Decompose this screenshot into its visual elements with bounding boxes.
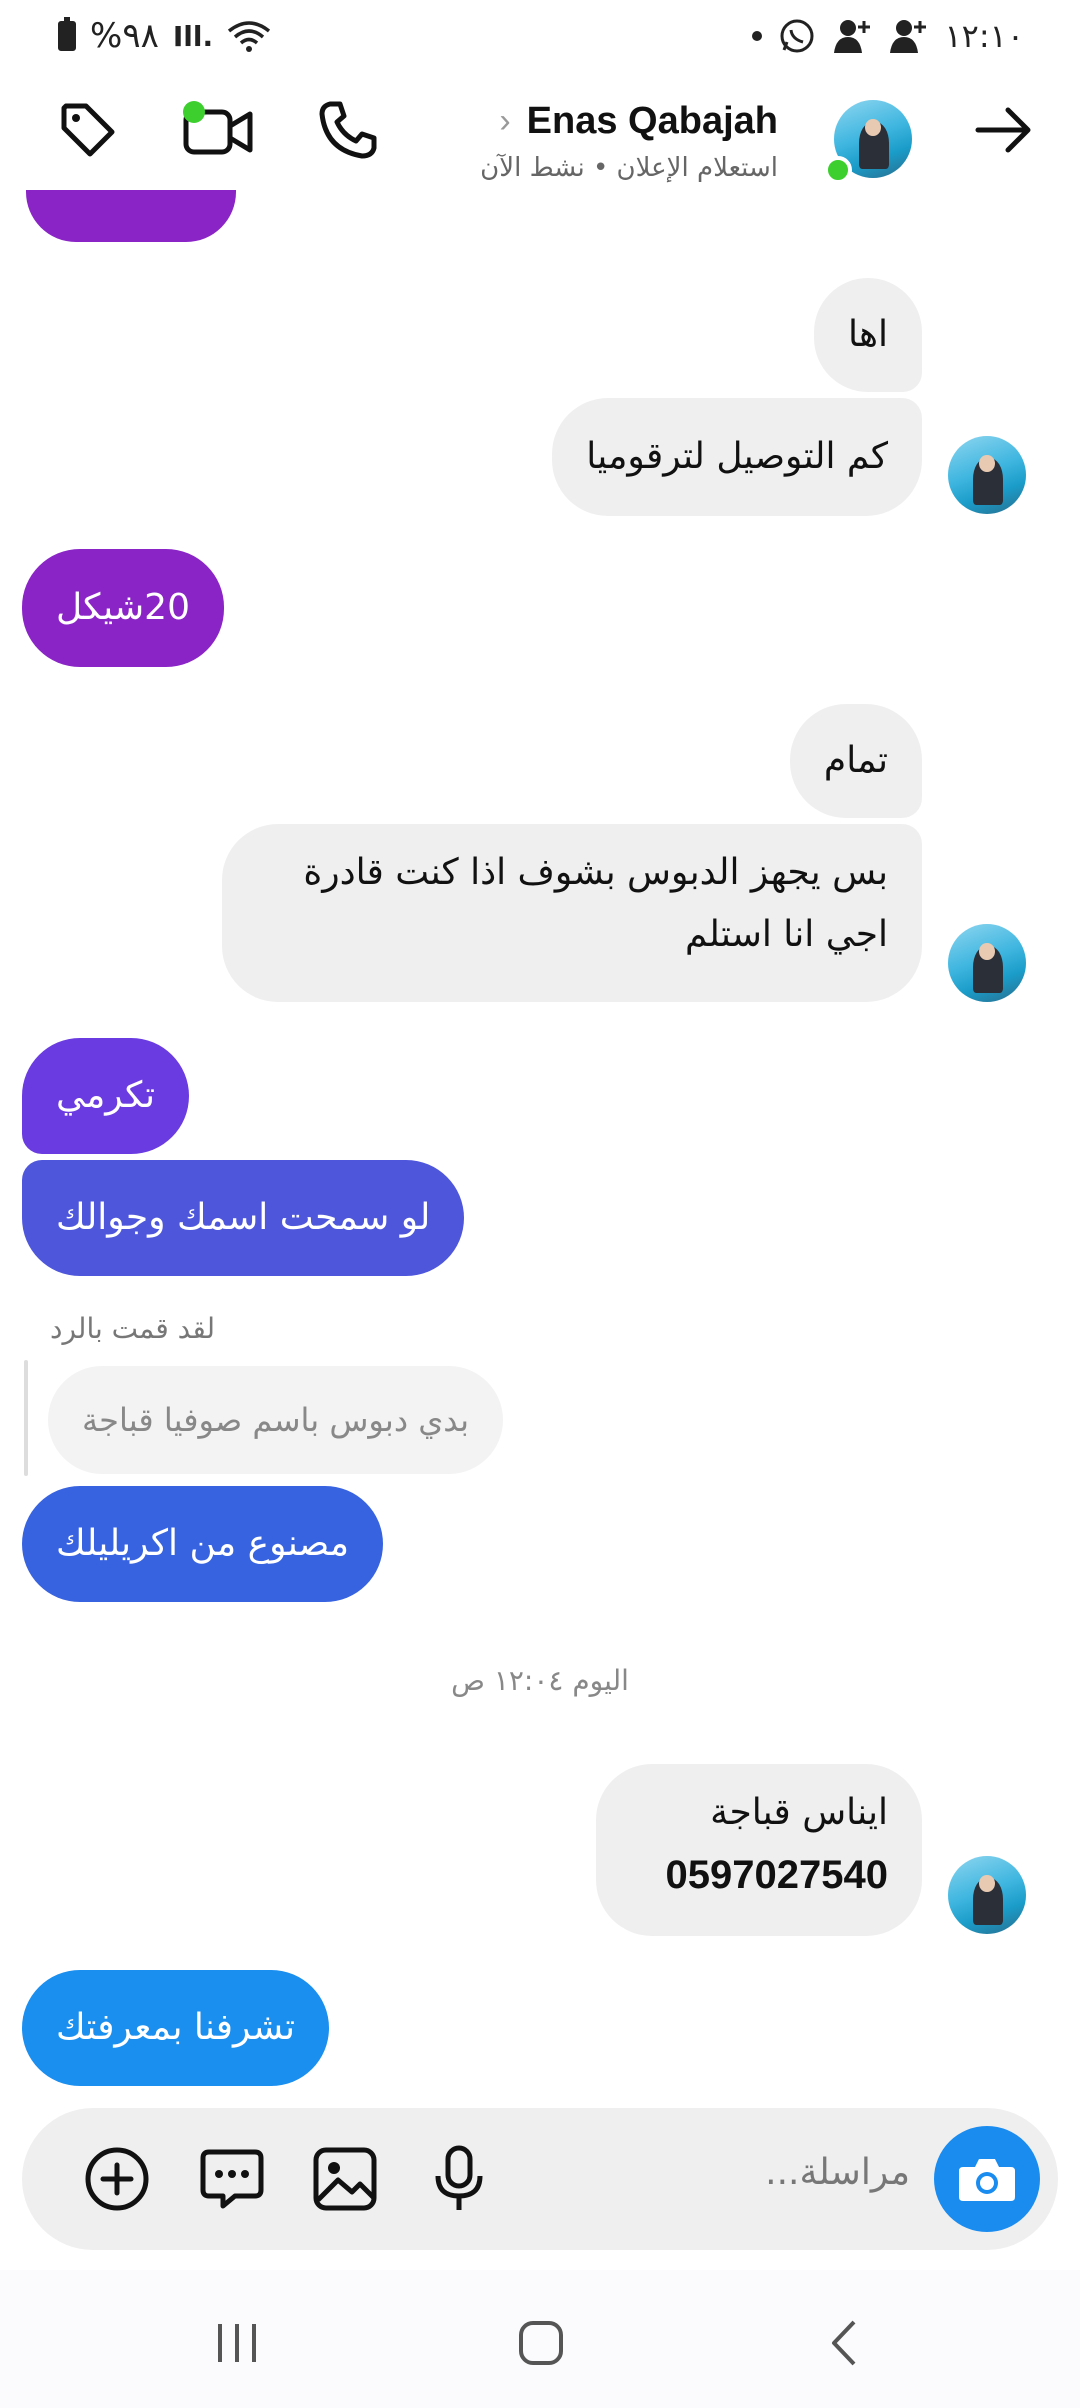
- tag-icon: [61, 103, 115, 157]
- contact-avatar-small[interactable]: [948, 924, 1026, 1002]
- add-contact-icon: [834, 20, 871, 53]
- message-composer: مراسلة...: [22, 2108, 1058, 2250]
- message-text: مصنوع من اكريليلك: [56, 1523, 350, 1564]
- contact-avatar-small[interactable]: [948, 1856, 1026, 1934]
- add-button[interactable]: [72, 2134, 162, 2224]
- day-separator: اليوم ١٢:٠٤ ص: [451, 1664, 629, 1697]
- outgoing-message[interactable]: 20شيكل: [22, 549, 224, 667]
- reply-label: لقد قمت بالرد: [50, 1312, 216, 1345]
- home-icon: [519, 2321, 563, 2365]
- clock: ١٢:١٠: [944, 17, 1024, 55]
- system-nav-bar: [0, 2270, 1080, 2408]
- video-camera-icon: [183, 101, 253, 155]
- incoming-message[interactable]: بس يجهز الدبوس بشوف اذا كنت قادرة اجي ان…: [222, 824, 922, 1002]
- contact-status: استعلام الإعلان • نشط الآن: [480, 153, 778, 183]
- arrow-right-icon: [975, 107, 1031, 153]
- whatsapp-icon: [780, 19, 814, 53]
- contact-avatar-small[interactable]: [948, 436, 1026, 514]
- notification-dot-icon: [752, 31, 763, 41]
- incoming-message[interactable]: تمام: [789, 704, 922, 818]
- camera-icon: [959, 2159, 1015, 2201]
- message-text: تشرفنا بمعرفتك: [56, 2007, 295, 2048]
- outgoing-message[interactable]: مصنوع من اكريليلك: [22, 1486, 384, 1602]
- contact-name-row: › Enas Qabajah: [480, 100, 778, 143]
- contact-name: Enas Qabajah: [526, 100, 778, 142]
- image-icon: [313, 2147, 377, 2211]
- message-text: تكرمي: [56, 1075, 156, 1116]
- message-text: اها: [848, 314, 888, 355]
- tag-button[interactable]: [48, 90, 128, 170]
- message-text-line: بس يجهز الدبوس بشوف اذا كنت قادرة: [303, 852, 888, 893]
- recent-apps-button[interactable]: [192, 2308, 282, 2378]
- reply-quote-text: بدي دبوس باسم صوفيا قباجة: [82, 1401, 469, 1439]
- phone-icon: [319, 101, 377, 159]
- recent-apps-icon: [218, 2324, 256, 2362]
- chevron-left-icon: [832, 2320, 856, 2366]
- incoming-message[interactable]: ايناس قباجة 0597027540: [596, 1764, 922, 1936]
- chat-bubble-icon: [200, 2149, 264, 2209]
- status-right: ١٢:١٠: [752, 17, 1024, 55]
- incoming-message[interactable]: اها: [814, 278, 922, 392]
- outgoing-message[interactable]: تكرمي: [22, 1038, 190, 1154]
- microphone-icon: [435, 2145, 483, 2210]
- quick-replies-button[interactable]: [187, 2134, 277, 2224]
- battery-icon: [58, 17, 76, 51]
- outgoing-message[interactable]: لو سمحت اسمك وجوالك: [22, 1160, 465, 1276]
- camera-button[interactable]: [934, 2126, 1040, 2232]
- plus-circle-icon: [85, 2147, 149, 2211]
- message-text-line: اجي انا استلم: [684, 914, 888, 955]
- home-button[interactable]: [496, 2308, 586, 2378]
- message-text: لو سمحت اسمك وجوالك: [56, 1197, 431, 1238]
- message-text: تمام: [823, 740, 888, 781]
- message-bubble-partial[interactable]: [26, 190, 236, 242]
- reply-quote-bar: [24, 1360, 28, 1476]
- chevron-right-icon: ›: [499, 102, 511, 140]
- message-text: كم التوصيل لترقوميا: [586, 436, 888, 477]
- status-left: %٩٨ Ill.: [58, 16, 271, 56]
- incoming-message[interactable]: كم التوصيل لترقوميا: [552, 398, 922, 516]
- video-call-button[interactable]: [178, 90, 258, 170]
- back-button[interactable]: [964, 90, 1044, 170]
- status-bar: %٩٨ Ill. ١٢:١٠: [0, 0, 1080, 72]
- message-input[interactable]: مراسلة...: [765, 2152, 910, 2193]
- battery-percent: %٩٨: [90, 16, 159, 56]
- gallery-button[interactable]: [300, 2134, 390, 2224]
- wifi-icon: [228, 21, 271, 52]
- message-text: 20شيكل: [56, 587, 190, 628]
- outgoing-message[interactable]: تشرفنا بمعرفتك: [22, 1970, 329, 2086]
- replied-message-preview[interactable]: بدي دبوس باسم صوفيا قباجة: [48, 1366, 503, 1474]
- message-phone-number: 0597027540: [665, 1853, 888, 1897]
- signal-icon: Ill.: [172, 19, 214, 53]
- message-text-line: ايناس قباجة: [710, 1792, 888, 1833]
- online-indicator: [824, 156, 852, 184]
- contact-title[interactable]: › Enas Qabajah استعلام الإعلان • نشط الآ…: [480, 100, 778, 183]
- add-contact-icon-2: [890, 20, 927, 53]
- back-nav-button[interactable]: [800, 2308, 890, 2378]
- voice-message-button[interactable]: [414, 2134, 504, 2224]
- voice-call-button[interactable]: [308, 90, 388, 170]
